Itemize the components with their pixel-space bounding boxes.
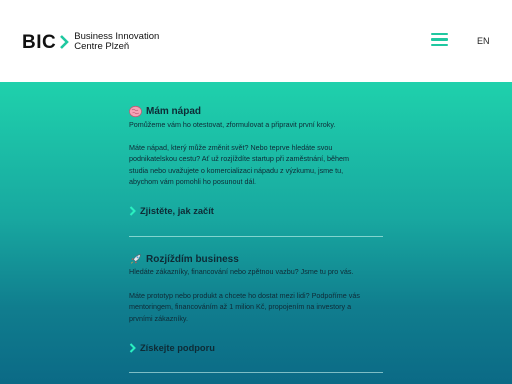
card-title: Mám nápad: [129, 104, 383, 118]
card-title-text: Rozjíždím business: [146, 253, 239, 265]
cta-link-label: Získejte podporu: [140, 343, 215, 353]
logo-chevron-icon: [60, 35, 70, 49]
site-header: BIC Business Innovation Centre Plzeň EN: [0, 0, 512, 82]
card-body-line: abychom vám pomohli ho posunout dál.: [129, 177, 257, 187]
card-lead: Hledáte zákazníky, financování nebo zpět…: [129, 267, 354, 276]
bic-logo[interactable]: BIC Business Innovation Centre Plzeň: [22, 31, 159, 53]
menu-icon[interactable]: [431, 33, 448, 46]
card-title: Rozjíždím business: [129, 252, 383, 266]
chevron-right-icon: [129, 343, 136, 353]
page: BIC Business Innovation Centre Plzeň EN: [0, 0, 512, 384]
card-body-line: Máte prototyp nebo produkt a chcete ho d…: [129, 291, 360, 300]
card-body-line: Máte nápad, který může změnit svět? Nebo…: [129, 143, 333, 152]
card-body-line: prvními zákazníky.: [129, 313, 188, 323]
card-lead: Pomůžeme vám ho otestovat, zformulovat a…: [129, 120, 336, 129]
cta-link-support[interactable]: Získejte podporu: [129, 343, 215, 353]
logo-line-2: Centre Plzeň: [74, 41, 130, 52]
cta-link-label: Zjistěte, jak začít: [140, 206, 214, 216]
logo-text: Business Innovation Centre Plzeň: [74, 32, 159, 52]
chevron-right-icon: [129, 206, 136, 216]
language-switch[interactable]: EN: [477, 36, 490, 46]
card-body: Máte prototyp nebo produkt a chcete ho d…: [129, 290, 389, 324]
card-business: Rozjíždím business: [129, 252, 383, 266]
card-body: Máte nápad, který může změnit svět? Nebo…: [129, 142, 389, 188]
divider: [129, 236, 383, 237]
cta-link-start[interactable]: Zjistěte, jak začít: [129, 206, 214, 216]
card-idea: Mám nápad: [129, 104, 383, 118]
card-body-line: mentoringem, financováním až 1 milion Kč…: [129, 302, 352, 312]
card-body-line: studia nebo uvažujete o komercializaci n…: [129, 165, 344, 175]
brain-icon: [129, 105, 142, 117]
divider: [129, 372, 383, 373]
card-title-text: Mám nápad: [146, 105, 202, 117]
card-body-line: podnikatelskou cestu? Ať už rozjíždíte s…: [129, 154, 350, 164]
rocket-icon: [131, 253, 141, 264]
logo-mark: BIC: [22, 31, 57, 53]
